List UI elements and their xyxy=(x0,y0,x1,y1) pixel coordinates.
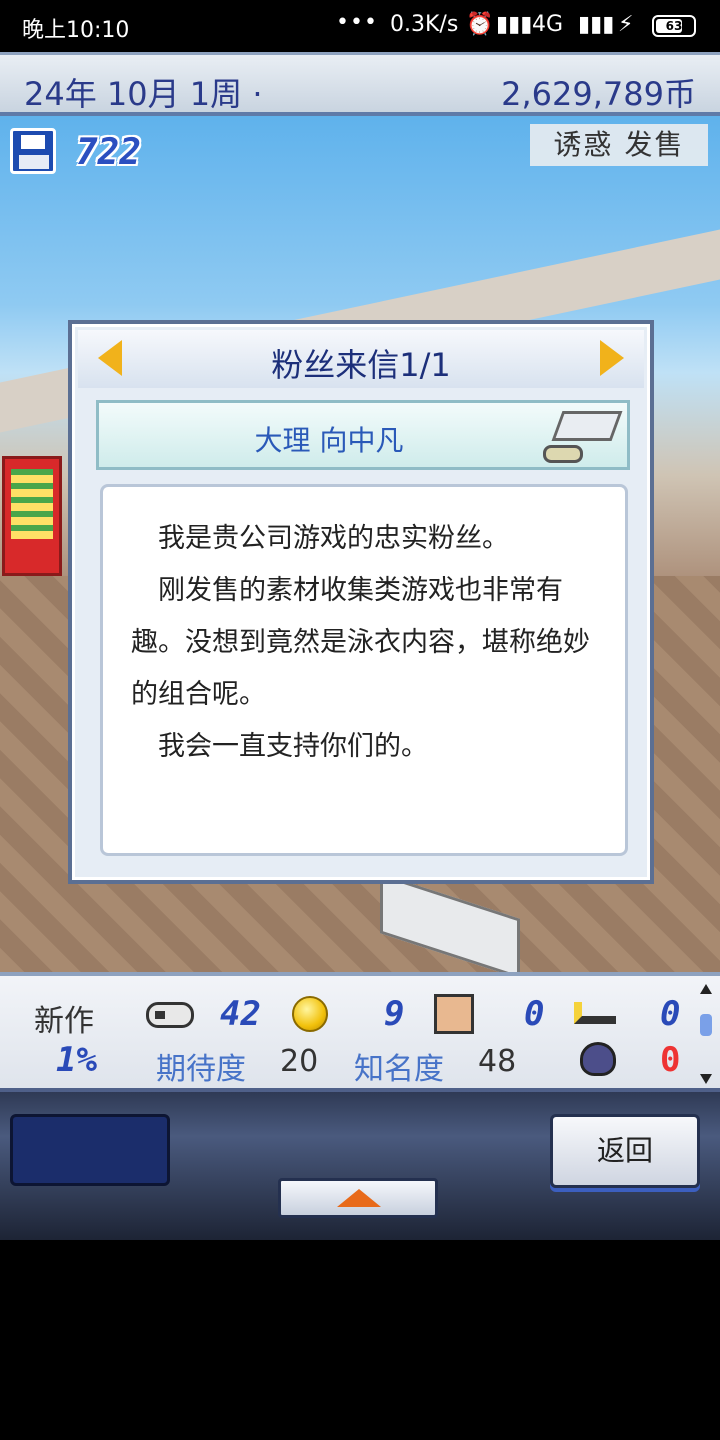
fan-letter-dialog: 粉丝来信1/1 大理 向中凡 我是贵公司游戏的忠实粉丝。 刚发售的素材收集类游戏… xyxy=(68,320,654,884)
award-count: 0 xyxy=(524,994,545,1034)
dialog-header: 粉丝来信1/1 xyxy=(78,330,644,388)
game-date: 24年 10月 1周 · xyxy=(24,75,263,113)
monster-count: 0 xyxy=(660,1040,681,1080)
gamepad-icon xyxy=(146,1002,194,1028)
save-disk-icon[interactable] xyxy=(10,128,56,174)
sender-name: 大理 向中凡 xyxy=(254,424,404,457)
status-more-icon: ••• xyxy=(336,10,378,35)
games-count: 42 xyxy=(220,994,261,1034)
status-network-speed: 0.3K/s xyxy=(390,12,459,37)
game-header: 24年 10月 1周 · 2,629,789币 xyxy=(0,52,720,116)
next-arrow-icon[interactable] xyxy=(600,340,624,376)
empty-slot xyxy=(10,1114,170,1186)
key-count: 0 xyxy=(660,994,681,1034)
research-points: 722 xyxy=(76,132,142,173)
vending-machine xyxy=(2,456,62,576)
expand-up-button[interactable] xyxy=(278,1178,438,1218)
scroll-up-icon[interactable] xyxy=(700,984,712,994)
monster-icon xyxy=(580,1042,616,1076)
key-icon xyxy=(574,1002,616,1024)
battery-icon: 63 xyxy=(652,15,696,37)
new-game-label: 新作 xyxy=(34,1004,94,1039)
scroll-thumb[interactable] xyxy=(700,1014,712,1036)
console-icon xyxy=(543,409,623,467)
scroll-down-icon[interactable] xyxy=(700,1074,712,1084)
battery-level: 63 xyxy=(665,19,683,33)
award-icon xyxy=(434,994,474,1034)
expectation-value: 20 xyxy=(280,1044,319,1079)
signal-icon-2: ▮▮▮ xyxy=(578,12,615,37)
control-bar: 返回 xyxy=(0,1092,720,1240)
chevron-up-icon xyxy=(337,1189,381,1207)
status-bar: 晚上10:10 ••• 0.3K/s ⏰ ▮▮▮ 4G ▮▮▮ ⚡ 63 xyxy=(0,0,720,52)
stats-scrollbar[interactable] xyxy=(698,984,714,1084)
charging-icon: ⚡ xyxy=(618,12,634,37)
letter-body: 我是贵公司游戏的忠实粉丝。 刚发售的素材收集类游戏也非常有趣。没想到竟然是泳衣内… xyxy=(100,484,628,856)
signal-icon: ▮▮▮ xyxy=(496,12,533,37)
coins-count: 9 xyxy=(384,994,405,1034)
expectation-label: 期待度 xyxy=(156,1052,246,1087)
letter-line: 我会一直支持你们的。 xyxy=(131,731,428,762)
alarm-icon: ⏰ xyxy=(466,12,494,37)
money-amount: 2,629,789币 xyxy=(501,75,696,113)
dialog-title: 粉丝来信1/1 xyxy=(271,346,451,384)
promo-label: 诱惑 发售 xyxy=(530,124,708,166)
letter-line: 我是贵公司游戏的忠实粉丝。 xyxy=(131,523,509,554)
fame-label: 知名度 xyxy=(354,1052,444,1087)
progress-percent: 1% xyxy=(56,1040,97,1080)
coin-icon xyxy=(292,996,328,1032)
fame-value: 48 xyxy=(478,1044,517,1079)
back-button[interactable]: 返回 xyxy=(550,1114,700,1188)
stats-panel: 新作 42 9 0 0 1% 期待度 20 知名度 48 0 xyxy=(0,972,720,1092)
letter-line: 刚发售的素材收集类游戏也非常有趣。没想到竟然是泳衣内容，堪称绝妙的组合呢。 xyxy=(131,575,590,710)
sender-box: 大理 向中凡 xyxy=(96,400,630,470)
network-type: 4G xyxy=(532,12,564,37)
status-time: 晚上10:10 xyxy=(22,18,130,43)
